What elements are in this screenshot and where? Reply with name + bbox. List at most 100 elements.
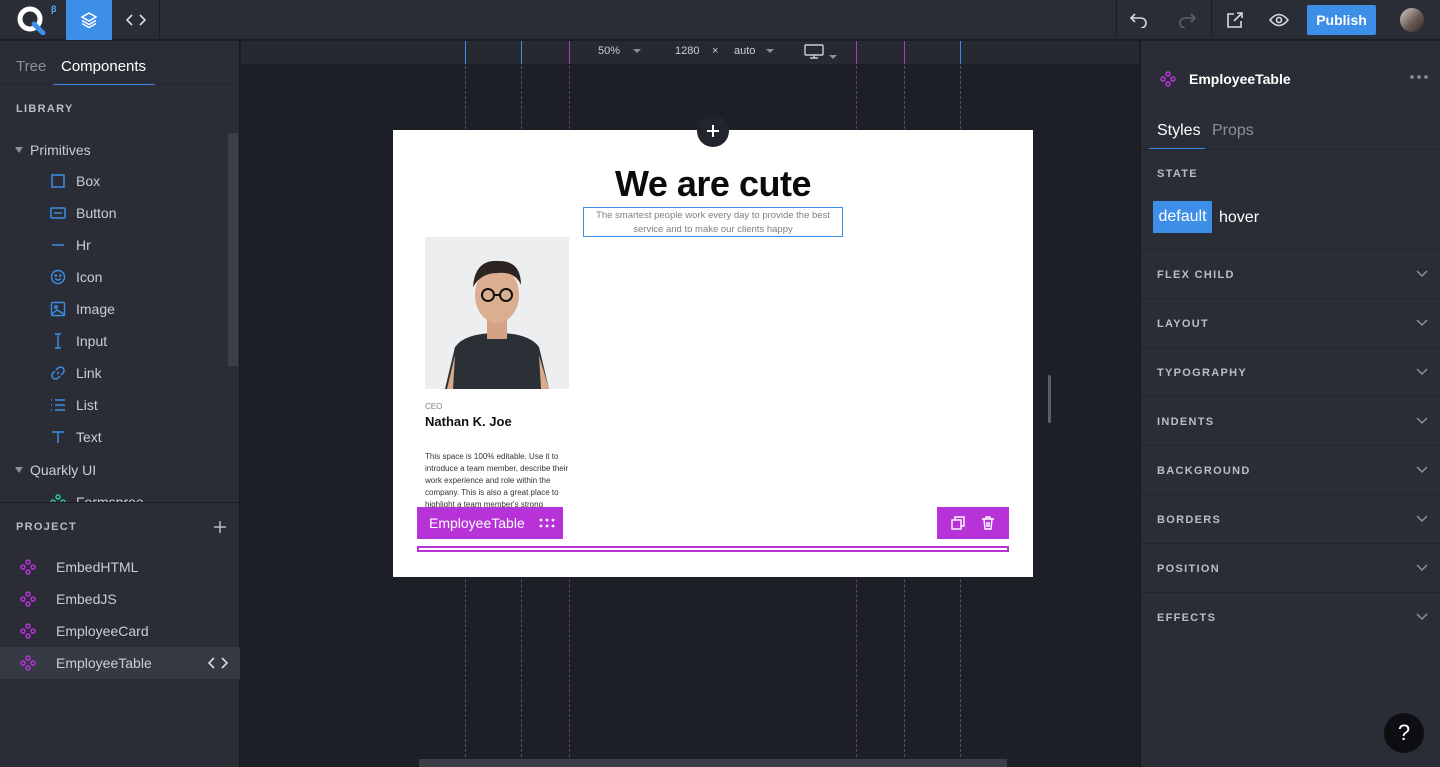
- add-section-button[interactable]: [697, 115, 729, 147]
- library-item-formspree[interactable]: Formspree: [40, 489, 220, 502]
- employee-name[interactable]: Nathan K. Joe: [425, 414, 512, 429]
- library-item-input[interactable]: Input: [40, 325, 220, 357]
- open-external-button[interactable]: [1212, 0, 1258, 40]
- breakpoint-marker: [569, 41, 570, 64]
- help-button[interactable]: ?: [1384, 713, 1424, 753]
- frame-resize-handle[interactable]: [1048, 375, 1051, 423]
- panel-divider: [1141, 149, 1440, 150]
- library-item-image[interactable]: Image: [40, 293, 220, 325]
- chevron-down-icon: [1416, 368, 1428, 376]
- employee-photo-image: [425, 237, 569, 389]
- library-item-list[interactable]: List: [40, 389, 220, 421]
- library-item-label: Formspree: [76, 494, 144, 502]
- selected-component-label: EmployeeTable: [429, 515, 525, 531]
- primitives-group-label[interactable]: Primitives: [30, 142, 91, 158]
- quarkly-logo[interactable]: [16, 5, 46, 35]
- chevron-down-icon: [829, 55, 838, 60]
- chevron-down-icon: [1416, 319, 1428, 327]
- quarkly-ui-group-label[interactable]: Quarkly UI: [30, 462, 96, 478]
- project-item-label: EmbedHTML: [56, 559, 139, 575]
- project-item-label: EmployeeTable: [56, 655, 152, 671]
- section-title: INDENTS: [1157, 416, 1215, 428]
- list-icon: [51, 399, 65, 411]
- layers-icon: [80, 12, 98, 29]
- project-item-embedhtml[interactable]: EmbedHTML: [0, 551, 240, 583]
- page-heading[interactable]: We are cute: [393, 163, 1033, 205]
- employee-photo[interactable]: [425, 237, 569, 389]
- beta-badge: β: [51, 4, 57, 14]
- redo-button[interactable]: [1164, 0, 1210, 40]
- project-item-embedjs[interactable]: EmbedJS: [0, 583, 240, 615]
- device-select[interactable]: [804, 44, 838, 63]
- preview-button[interactable]: [1256, 0, 1302, 40]
- collapse-caret-icon[interactable]: [15, 147, 23, 153]
- chevron-down-icon: [1416, 466, 1428, 474]
- section-position[interactable]: POSITION: [1141, 543, 1440, 592]
- tab-props[interactable]: Props: [1212, 122, 1254, 140]
- chevron-down-icon: [1416, 417, 1428, 425]
- viewport-width[interactable]: 1280: [675, 45, 699, 57]
- selection-outline[interactable]: [417, 546, 1009, 552]
- layers-button[interactable]: [66, 0, 112, 40]
- employee-bio[interactable]: This space is 100% editable. Use it to i…: [425, 451, 570, 507]
- section-indents[interactable]: INDENTS: [1141, 396, 1440, 445]
- undo-button[interactable]: [1116, 0, 1162, 40]
- external-link-icon: [1227, 12, 1243, 28]
- collapse-caret-icon[interactable]: [15, 467, 23, 473]
- library-item-label: Image: [76, 301, 115, 317]
- trash-icon[interactable]: [981, 516, 995, 530]
- library-item-button[interactable]: Button: [40, 197, 220, 229]
- chevron-down-icon: [1416, 270, 1428, 278]
- duplicate-icon[interactable]: [951, 516, 965, 530]
- text-cursor-icon: [55, 333, 61, 349]
- publish-button[interactable]: Publish: [1307, 5, 1376, 35]
- top-bar: β Publish: [0, 0, 1440, 40]
- state-default-button[interactable]: default: [1153, 201, 1212, 233]
- library-scrollbar[interactable]: [228, 133, 238, 366]
- canvas-area[interactable]: 50% 1280 × auto We are cute The smartest…: [241, 41, 1139, 767]
- project-item-label: EmbedJS: [56, 591, 117, 607]
- employee-role[interactable]: CEO: [425, 402, 442, 411]
- section-borders[interactable]: BORDERS: [1141, 494, 1440, 543]
- tab-tree[interactable]: Tree: [16, 58, 46, 75]
- breakpoint-marker: [856, 41, 857, 64]
- more-options-icon[interactable]: [1410, 75, 1428, 79]
- section-layout[interactable]: LAYOUT: [1141, 298, 1440, 347]
- project-item-label: EmployeeCard: [56, 623, 149, 639]
- drag-handle-icon[interactable]: [539, 518, 555, 528]
- text-icon: [52, 431, 64, 443]
- zoom-select[interactable]: 50%: [598, 45, 642, 57]
- project-item-employeetable[interactable]: EmployeeTable: [0, 647, 240, 679]
- desktop-icon: [804, 44, 824, 59]
- section-effects[interactable]: EFFECTS: [1141, 592, 1440, 641]
- code-view-button[interactable]: [113, 0, 159, 40]
- add-component-icon[interactable]: [213, 520, 227, 534]
- component-icon: [20, 591, 36, 607]
- page-frame[interactable]: We are cute The smartest people work eve…: [393, 130, 1033, 577]
- library-item-box[interactable]: Box: [40, 165, 220, 197]
- section-flex-child[interactable]: FLEX CHILD: [1141, 249, 1440, 298]
- code-icon[interactable]: [208, 656, 228, 670]
- library-item-label: Text: [76, 429, 102, 445]
- section-typography[interactable]: TYPOGRAPHY: [1141, 347, 1440, 396]
- eye-icon: [1269, 13, 1289, 27]
- tab-components[interactable]: Components: [61, 58, 146, 75]
- viewport-height: auto: [734, 45, 756, 57]
- project-item-employeecard[interactable]: EmployeeCard: [0, 615, 240, 647]
- library-item-label: Box: [76, 173, 101, 189]
- library-item-link[interactable]: Link: [40, 357, 220, 389]
- active-tab-indicator: [53, 84, 155, 85]
- viewport-height-select[interactable]: auto: [734, 45, 775, 57]
- code-icon: [126, 14, 146, 26]
- page-subheading[interactable]: The smartest people work every day to pr…: [583, 207, 843, 237]
- library-item-icon[interactable]: Icon: [40, 261, 220, 293]
- tab-styles[interactable]: Styles: [1157, 122, 1201, 140]
- library-item-text[interactable]: Text: [40, 421, 220, 453]
- selected-component-tag[interactable]: EmployeeTable: [417, 507, 563, 539]
- state-hover-button[interactable]: hover: [1219, 209, 1259, 227]
- user-avatar[interactable]: [1400, 8, 1424, 32]
- canvas-horizontal-scrollbar[interactable]: [419, 759, 1007, 767]
- library-item-hr[interactable]: Hr: [40, 229, 220, 261]
- left-panel: Tree Components LIBRARY Primitives Box B…: [0, 41, 240, 767]
- section-background[interactable]: BACKGROUND: [1141, 445, 1440, 494]
